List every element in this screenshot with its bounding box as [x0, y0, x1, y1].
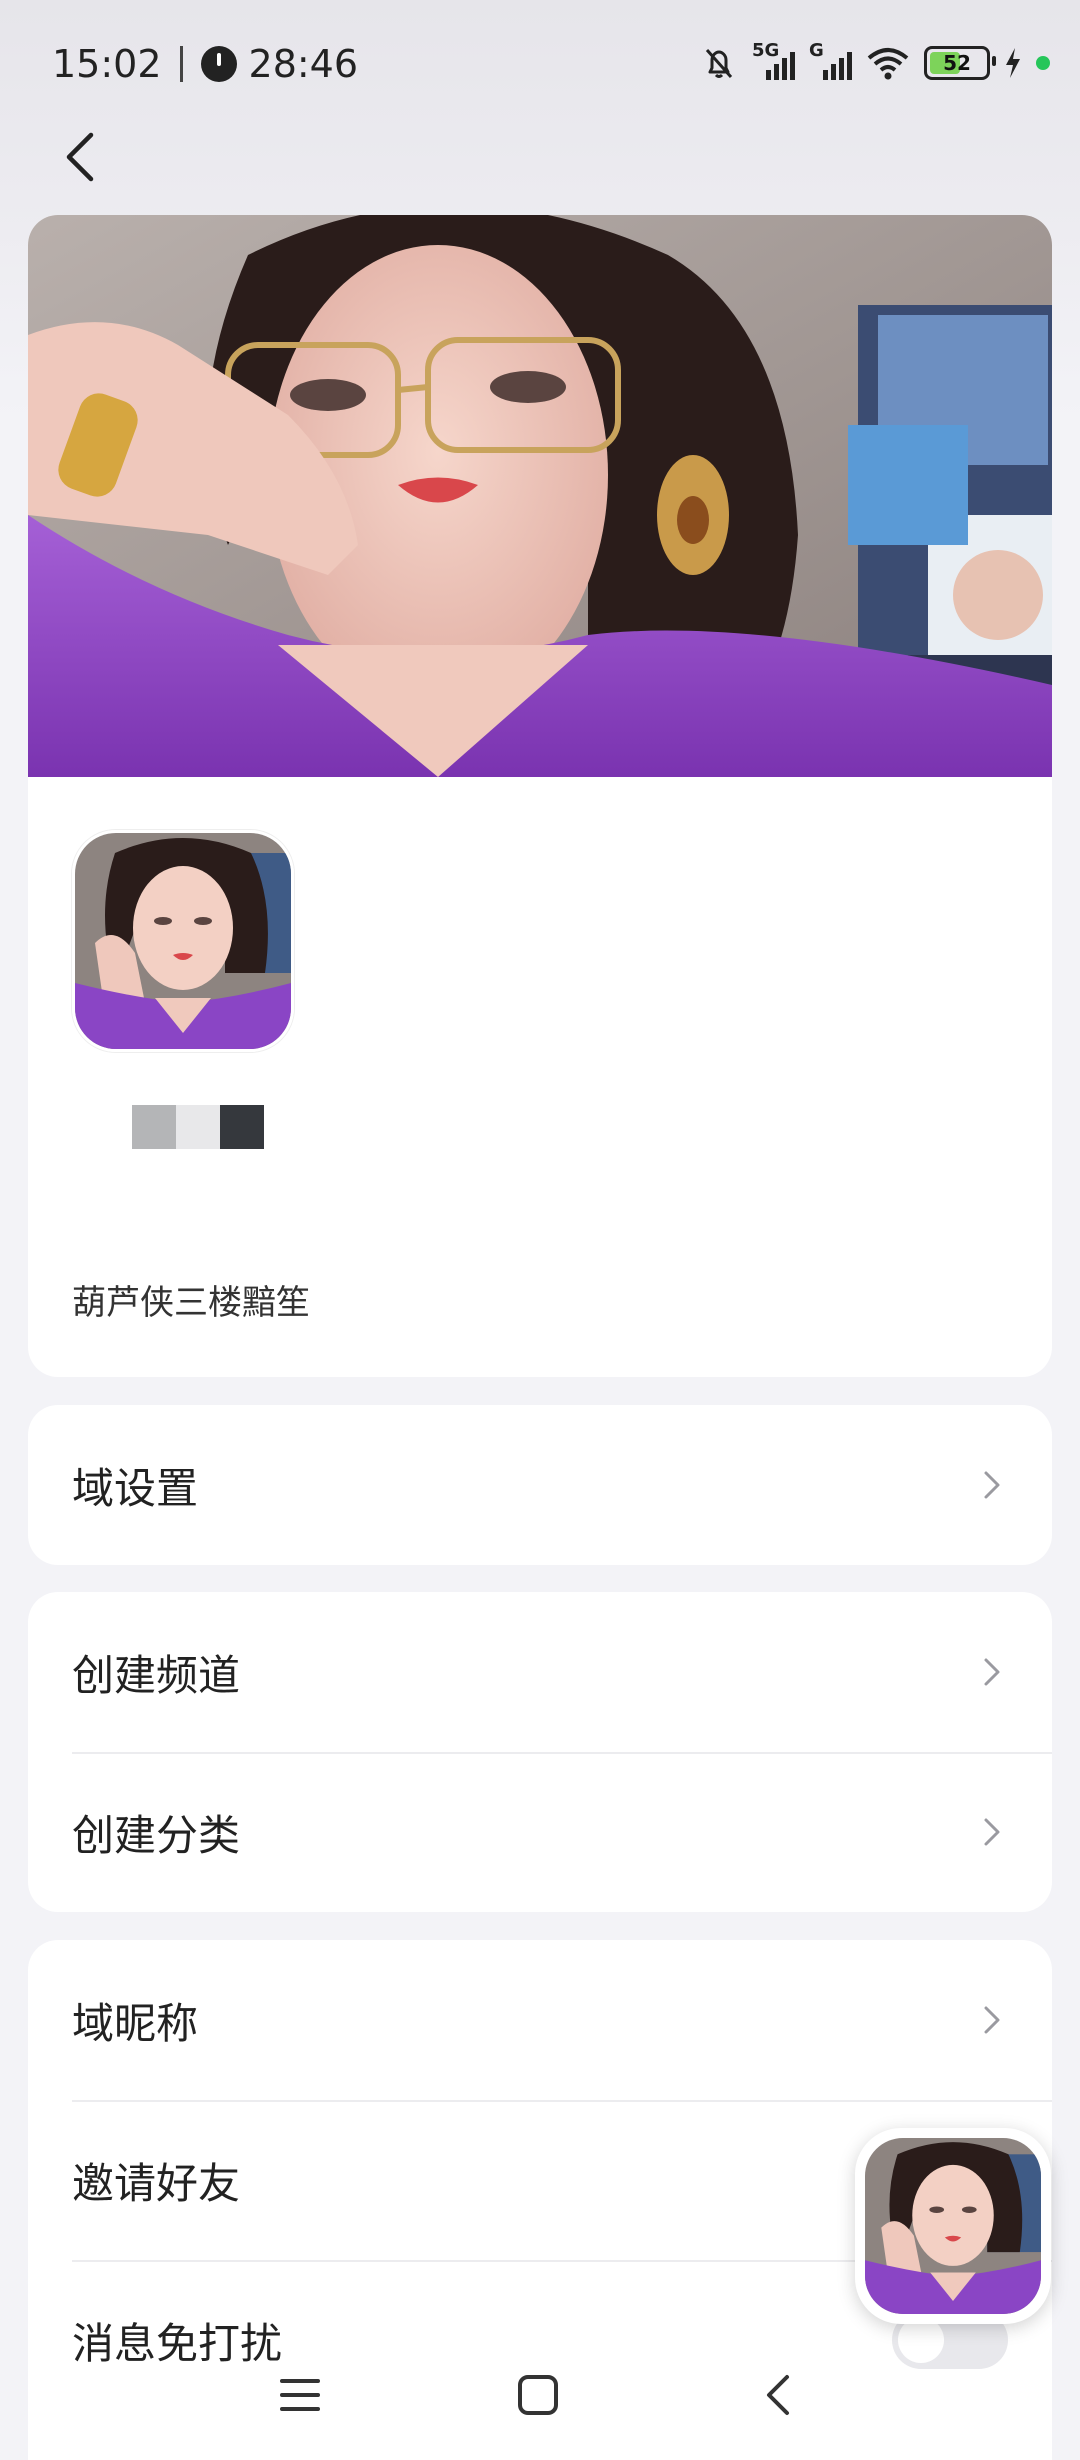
battery-icon: 52: [924, 46, 996, 80]
system-nav-bar: [0, 2340, 1080, 2450]
system-back-button[interactable]: [738, 2360, 818, 2430]
chevron-right-icon: [984, 1658, 1000, 1686]
banner-photo: [28, 215, 1052, 777]
screen: 15:02 28:46 5G G 52 葫芦侠三楼黯笙 域设置 创建频道 创建分…: [0, 0, 1080, 2460]
privacy-indicator-dot: [1036, 56, 1050, 70]
row-create-channel[interactable]: 创建频道: [28, 1592, 1052, 1752]
clock: 15:02: [52, 42, 162, 86]
placeholder-swatches: [132, 1105, 264, 1149]
chevron-right-icon: [984, 2006, 1000, 2034]
home-button[interactable]: [498, 2360, 578, 2430]
row-domain-nickname[interactable]: 域昵称: [28, 1940, 1052, 2100]
swatch-1: [132, 1105, 176, 1149]
back-triangle-icon: [767, 2375, 789, 2415]
recent-apps-button[interactable]: [260, 2360, 340, 2430]
row-domain-settings[interactable]: 域设置: [28, 1405, 1052, 1565]
bell-muted-icon: [705, 49, 733, 78]
floating-avatar-image: [865, 2138, 1041, 2314]
home-square-icon: [518, 2375, 558, 2415]
chevron-left-icon: [66, 132, 94, 182]
server-name: 葫芦侠三楼黯笙: [72, 1283, 310, 1323]
timer-icon: [200, 46, 237, 82]
signal-5g-icon: 5G: [752, 40, 795, 80]
menu-icon: [280, 2379, 320, 2411]
server-avatar[interactable]: [72, 830, 294, 1052]
server-profile-card: 葫芦侠三楼黯笙: [28, 215, 1052, 1377]
banner-image[interactable]: [28, 215, 1052, 777]
row-label: 邀请好友: [72, 2158, 241, 2208]
swatch-3: [220, 1105, 264, 1149]
row-label: 域昵称: [72, 1998, 199, 2048]
row-label: 域设置: [72, 1463, 199, 1513]
signal-g-icon: G: [809, 40, 852, 80]
status-right: 5G G 52: [700, 40, 1050, 82]
settings-group-domain: 域设置: [28, 1405, 1052, 1565]
timer-text: 28:46: [248, 42, 359, 86]
floating-avatar-bubble[interactable]: [855, 2128, 1051, 2324]
floating-avatar-photo: [865, 2138, 1041, 2314]
chevron-right-icon: [984, 1818, 1000, 1846]
settings-group-create: 创建频道 创建分类: [28, 1592, 1052, 1912]
status-separator: [179, 46, 183, 82]
swatch-2: [176, 1105, 220, 1149]
status-left: 15:02 28:46: [52, 42, 358, 86]
row-label: 创建分类: [72, 1810, 241, 1860]
avatar-photo: [75, 833, 291, 1049]
status-bar: 15:02 28:46 5G G 52: [0, 0, 1080, 130]
row-label: 创建频道: [72, 1650, 241, 1700]
chevron-right-icon: [984, 1471, 1000, 1499]
row-create-category[interactable]: 创建分类: [28, 1752, 1052, 1912]
charging-icon: [1006, 48, 1020, 78]
wifi-icon: [867, 48, 909, 80]
back-button[interactable]: [52, 122, 108, 192]
